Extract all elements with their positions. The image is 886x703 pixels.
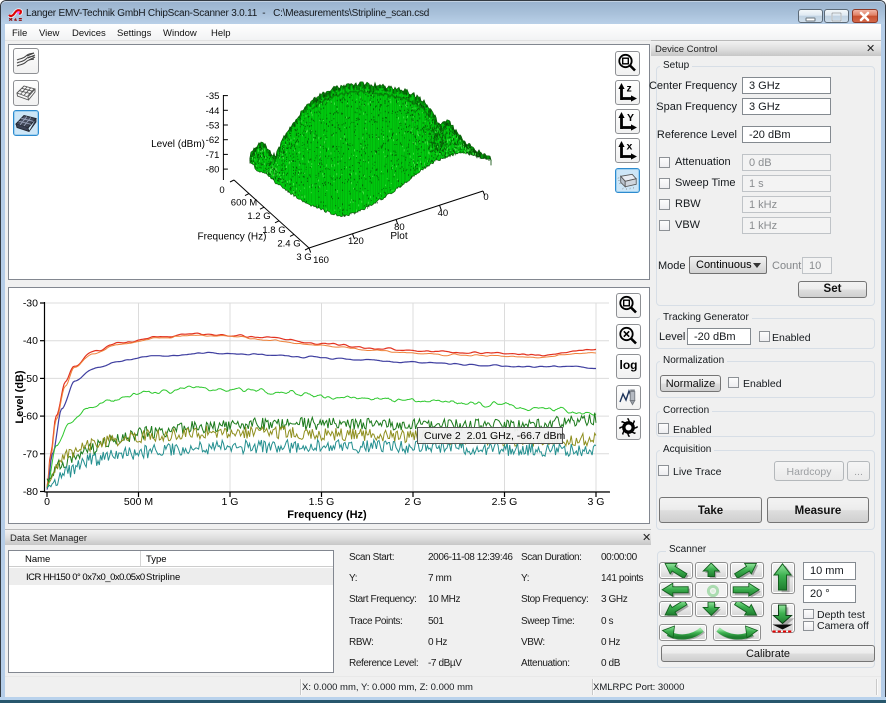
- svg-text:-80: -80: [206, 165, 220, 176]
- svg-text:Level (dBm): Level (dBm): [151, 139, 205, 150]
- svg-text:0: 0: [483, 192, 488, 203]
- svg-text:2.4 G: 2.4 G: [277, 238, 300, 249]
- svg-text:1 G: 1 G: [222, 496, 239, 508]
- svg-text:-71: -71: [206, 150, 220, 161]
- svg-text:Frequency (Hz): Frequency (Hz): [198, 232, 267, 243]
- svg-text:120: 120: [348, 236, 364, 247]
- svg-text:2 G: 2 G: [405, 496, 422, 508]
- svg-text:0: 0: [44, 496, 50, 508]
- svg-text:Frequency (Hz): Frequency (Hz): [287, 509, 367, 521]
- svg-text:-40: -40: [23, 335, 38, 347]
- svg-text:3 G: 3 G: [296, 252, 311, 263]
- svg-text:Curve 2 2.01 GHz, -66.7 dBm: Curve 2 2.01 GHz, -66.7 dBm: [424, 430, 565, 442]
- svg-text:3 G: 3 G: [588, 496, 605, 508]
- svg-text:2.5 G: 2.5 G: [492, 496, 518, 508]
- svg-text:0: 0: [219, 185, 224, 196]
- svg-text:x: x: [627, 141, 633, 153]
- svg-text:600 M: 600 M: [231, 198, 257, 209]
- svg-text:40: 40: [438, 208, 449, 219]
- svg-text:1.5 G: 1.5 G: [309, 496, 335, 508]
- svg-text:1.2 G: 1.2 G: [247, 211, 270, 222]
- svg-text:-53: -53: [206, 121, 220, 132]
- svg-text:Plot: Plot: [390, 231, 407, 242]
- svg-text:-35: -35: [206, 91, 220, 102]
- svg-text:-44: -44: [206, 106, 220, 117]
- svg-text:Level (dB): Level (dB): [14, 370, 26, 424]
- svg-text:Y: Y: [627, 112, 634, 124]
- svg-text:-30: -30: [23, 298, 38, 310]
- svg-text:-70: -70: [23, 448, 38, 460]
- svg-text:160: 160: [313, 255, 329, 266]
- svg-text:500 M: 500 M: [124, 496, 153, 508]
- svg-text:-62: -62: [206, 135, 220, 146]
- svg-text:-80: -80: [23, 486, 38, 498]
